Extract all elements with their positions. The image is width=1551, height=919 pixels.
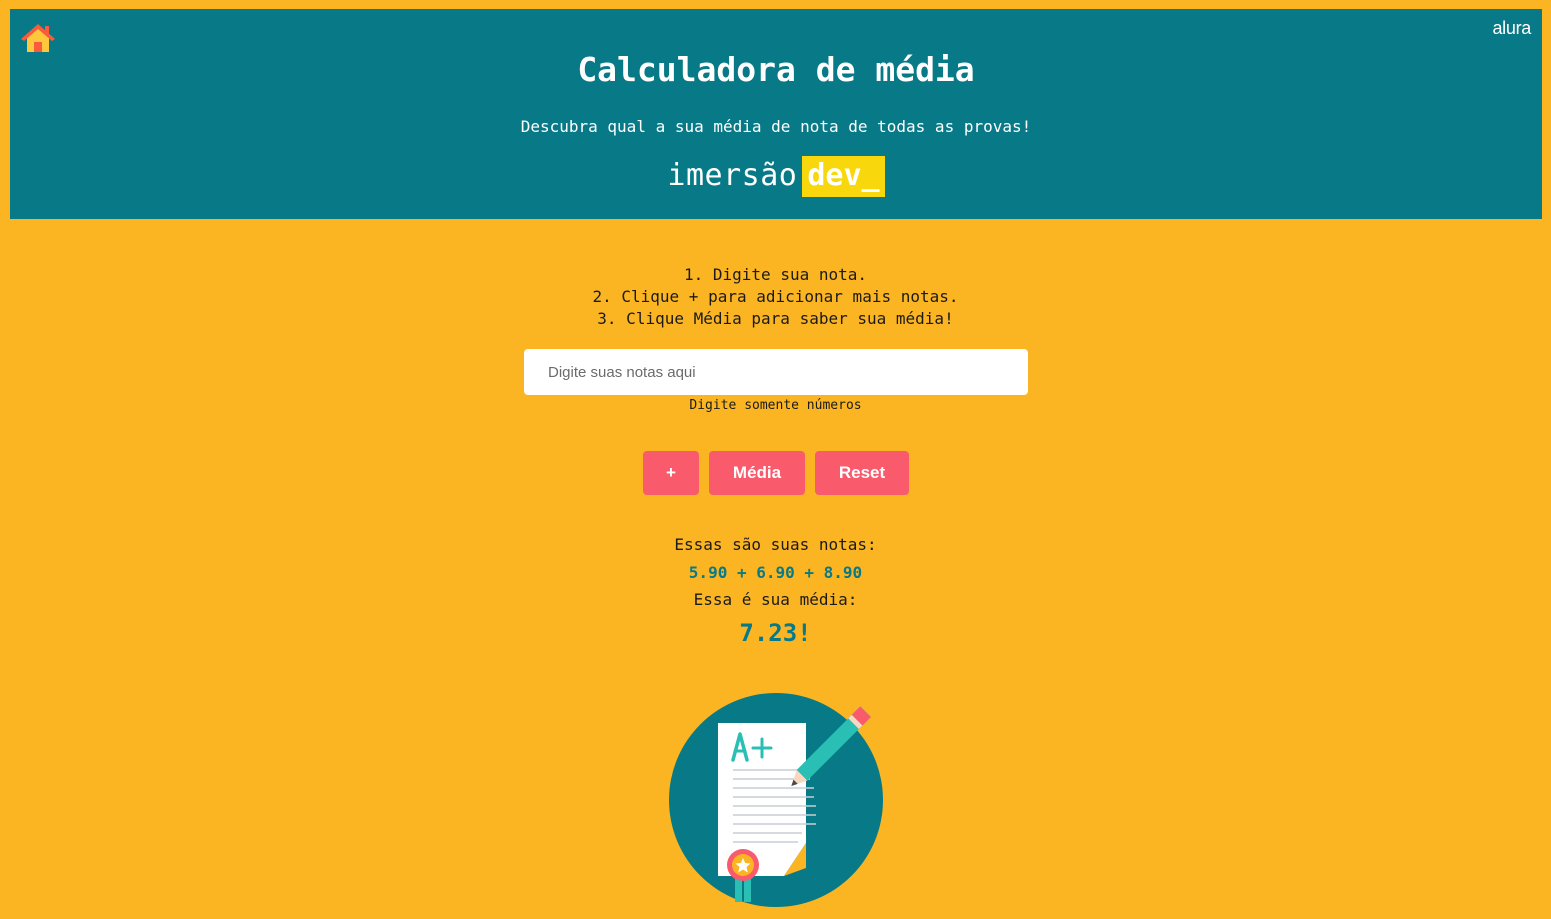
imersao-dev-logo: imersão dev_ (10, 156, 1542, 197)
home-icon[interactable] (21, 23, 55, 53)
logo-text: imersão (667, 158, 798, 193)
instruction-item: 2. Clique + para adicionar mais notas. (592, 287, 959, 306)
page-title: Calculadora de média (577, 50, 975, 89)
grade-input[interactable] (524, 349, 1028, 395)
instructions-list: 1. Digite sua nota. 2. Clique + para adi… (0, 264, 1551, 330)
notes-values: 5.90 + 6.90 + 8.90 (688, 563, 863, 582)
average-button[interactable]: Média (709, 451, 805, 495)
grade-input-wrapper (524, 349, 1028, 395)
average-label: Essa é sua média: (693, 590, 858, 609)
input-hint: Digite somente números (689, 398, 862, 413)
instruction-item: 1. Digite sua nota. (683, 265, 868, 284)
logo-highlight: dev_ (802, 156, 885, 197)
graded-exam-illustration (664, 688, 888, 915)
instruction-item: 3. Clique Média para saber sua média! (597, 309, 954, 328)
alura-logo[interactable]: alura (1492, 18, 1531, 39)
page-subtitle: Descubra qual a sua média de nota de tod… (520, 117, 1032, 136)
average-value: 7.23! (739, 619, 812, 647)
notes-label: Essas são suas notas: (674, 535, 877, 554)
add-grade-button[interactable]: + (643, 451, 699, 495)
reset-button[interactable]: Reset (815, 451, 909, 495)
header: alura Calculadora de média Descubra qual… (10, 9, 1542, 219)
